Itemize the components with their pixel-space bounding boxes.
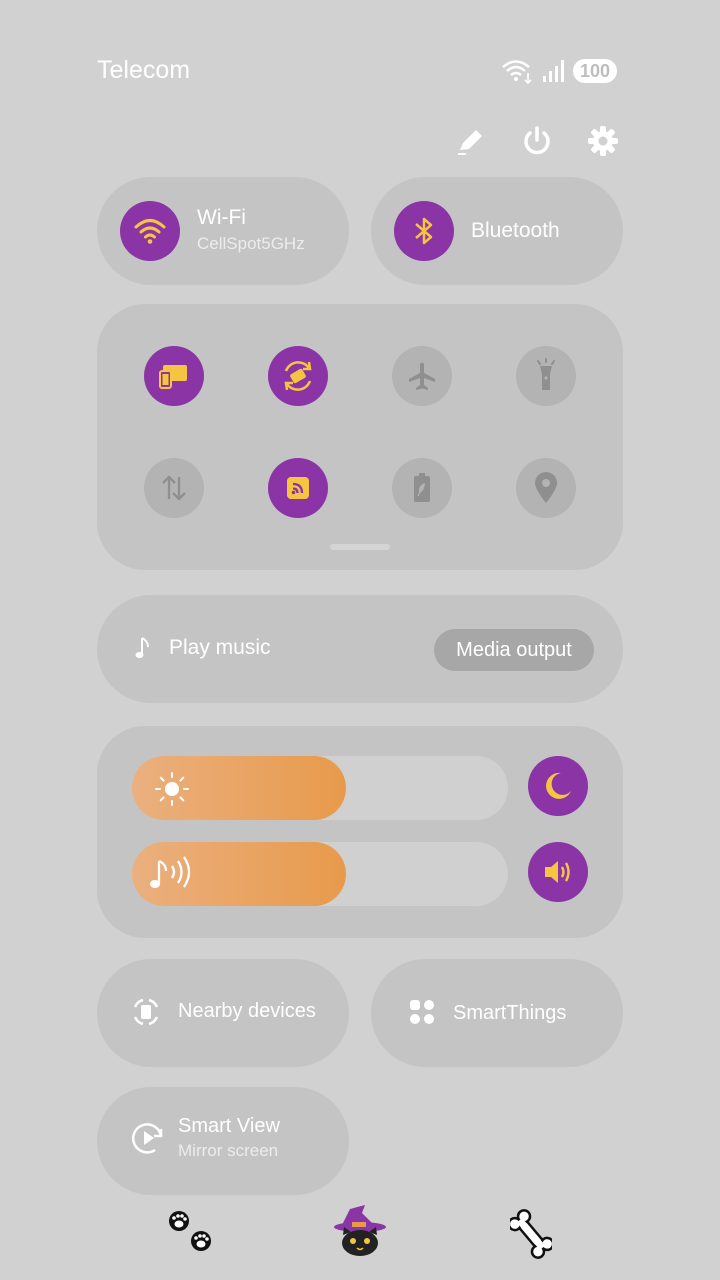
cast-screen-icon [159, 365, 187, 389]
auto-rotate-toggle[interactable] [268, 346, 328, 406]
wifi-icon [134, 219, 166, 244]
location-toggle[interactable] [516, 458, 576, 518]
cell-signal-icon [542, 60, 564, 82]
smartthings-tile[interactable]: SmartThings [371, 959, 623, 1067]
music-volume-icon [150, 856, 191, 888]
nearby-devices-label: Nearby devices [178, 1000, 316, 1022]
smart-view-subtitle: Mirror screen [178, 1141, 279, 1160]
nearby-devices-tile[interactable]: Nearby devices [97, 959, 349, 1067]
cast-screen-toggle[interactable] [144, 346, 204, 406]
flashlight-toggle[interactable] [516, 346, 576, 406]
bone-icon[interactable] [510, 1208, 552, 1260]
paw-prints-icon[interactable] [163, 1206, 217, 1260]
airplane-icon [409, 362, 435, 390]
moon-icon [546, 772, 571, 799]
wifi-tile[interactable]: Wi-Fi CellSpot5GHz [97, 177, 349, 285]
bluetooth-toggle[interactable] [394, 201, 454, 261]
wifi-network-name: CellSpot5GHz [197, 234, 305, 253]
bluetooth-label: Bluetooth [471, 219, 560, 242]
speaker-icon [545, 861, 570, 883]
airplane-mode-toggle[interactable] [392, 346, 452, 406]
power-saving-toggle[interactable] [392, 458, 452, 518]
power-button[interactable] [520, 124, 554, 163]
bluetooth-tile[interactable]: Bluetooth [371, 177, 623, 285]
smartthings-icon [410, 1000, 434, 1024]
smart-view-icon [131, 1123, 163, 1154]
flashlight-icon [537, 358, 555, 390]
panel-drag-handle[interactable] [330, 544, 390, 550]
settings-button[interactable] [586, 124, 620, 163]
smart-view-tile[interactable]: Smart View Mirror screen [97, 1087, 349, 1195]
sun-icon [155, 772, 189, 806]
wifi-signal-icon [502, 60, 532, 85]
mobile-hotspot-toggle[interactable] [268, 458, 328, 518]
auto-rotate-icon [284, 361, 312, 391]
wifi-label: Wi-Fi [197, 206, 246, 229]
edit-button[interactable] [454, 124, 488, 163]
witch-cat-icon[interactable] [330, 1205, 392, 1257]
smart-view-title: Smart View [178, 1115, 280, 1137]
smartthings-label: SmartThings [453, 1002, 567, 1024]
sound-mode-toggle[interactable] [528, 842, 588, 902]
media-output-button[interactable]: Media output [434, 629, 594, 671]
battery-level: 100 [572, 59, 617, 83]
gear-icon [588, 126, 618, 156]
media-panel: Play music Media output [97, 595, 623, 703]
music-note-icon [135, 637, 149, 658]
location-pin-icon [535, 472, 557, 503]
quick-settings-panel [97, 304, 623, 570]
power-icon [524, 126, 550, 155]
bluetooth-icon [415, 217, 433, 245]
mobile-data-toggle[interactable] [144, 458, 204, 518]
wifi-toggle[interactable] [120, 201, 180, 261]
carrier-name: Telecom [97, 56, 191, 84]
pencil-icon [458, 130, 482, 155]
play-music-label[interactable]: Play music [169, 636, 271, 660]
night-mode-toggle[interactable] [528, 756, 588, 816]
hotspot-icon [287, 477, 309, 499]
status-icons: 100 [501, 57, 617, 85]
nearby-devices-icon [133, 998, 159, 1026]
data-transfer-icon [162, 475, 186, 501]
battery-saver-icon [414, 473, 430, 502]
